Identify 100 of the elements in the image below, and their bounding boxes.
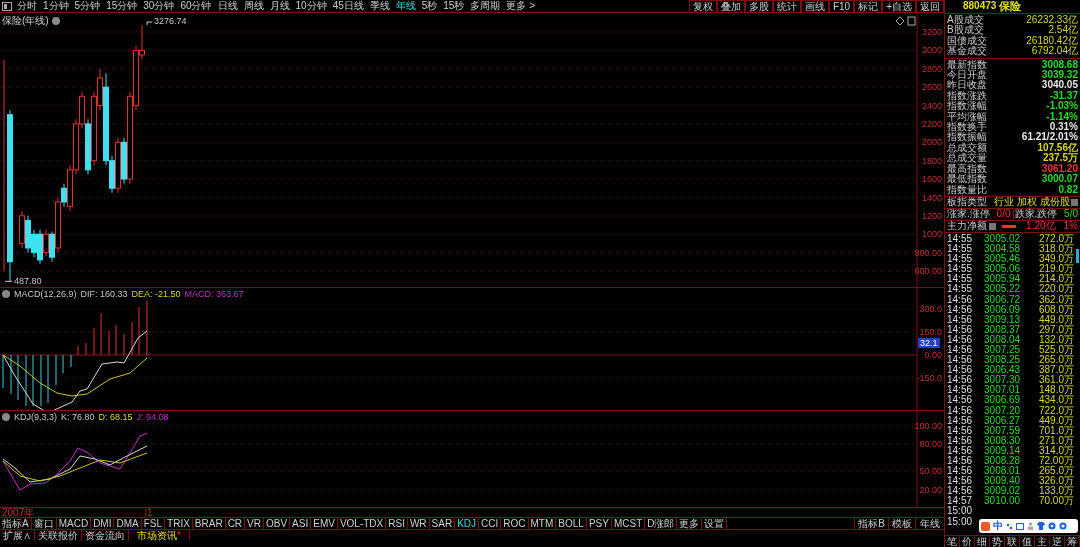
stat-value: 3039.32: [1041, 70, 1078, 81]
stat-label: 国债成交: [947, 35, 987, 46]
detail-tab[interactable]: 笔: [945, 536, 960, 547]
detail-tab[interactable]: 主: [1035, 536, 1050, 547]
toolbar-button[interactable]: 返回: [916, 0, 944, 13]
period-tab[interactable]: 45日线: [329, 0, 367, 12]
period-tab[interactable]: 年线: [392, 0, 419, 12]
indicator-tab[interactable]: VOL-TDX: [337, 518, 387, 529]
macd-label: MACD(12,26,9): [14, 289, 77, 299]
toolbar-button[interactable]: 标记: [854, 0, 883, 13]
toolbar-button[interactable]: +自选: [882, 0, 916, 13]
period-tab[interactable]: 5秒: [418, 0, 441, 12]
detail-tab[interactable]: 势: [990, 536, 1005, 547]
period-tab[interactable]: 更多 >: [503, 0, 539, 12]
indicator-tab[interactable]: MACD: [56, 518, 92, 529]
detail-tab[interactable]: 筹: [1065, 536, 1080, 547]
toolbar-button[interactable]: 画线: [800, 0, 829, 13]
indicator-tab[interactable]: D涨郎: [645, 518, 678, 529]
period-tab[interactable]: 30分钟: [140, 0, 178, 12]
indicator-tab[interactable]: 指标A: [0, 518, 32, 529]
period-tab[interactable]: 分时: [14, 0, 40, 12]
indicator-tab[interactable]: PSY: [586, 518, 612, 529]
indicator-tab[interactable]: 更多: [677, 518, 703, 529]
high-price-marker: 3276.74: [154, 17, 187, 26]
extension-tab[interactable]: 资金流向: [82, 530, 129, 541]
indicator-tab[interactable]: TRIX: [165, 518, 193, 529]
d-value: D: 68.15: [98, 412, 133, 422]
extension-tab[interactable]: 市场资讯*: [129, 530, 190, 541]
axis-label: 2000: [921, 137, 942, 148]
period-tab[interactable]: 多周期: [467, 0, 504, 12]
period-tab[interactable]: 60分钟: [177, 0, 215, 12]
tick-time: 14:56: [947, 365, 973, 376]
detail-tab[interactable]: 细: [975, 536, 990, 547]
indicator-tab[interactable]: VR: [245, 518, 264, 529]
axis-label: -150.0: [916, 373, 942, 383]
period-tab[interactable]: 15分钟: [103, 0, 141, 12]
indicator-tab[interactable]: 模板: [888, 518, 915, 529]
window-icon[interactable]: [907, 16, 916, 26]
period-tab[interactable]: 月线: [266, 0, 293, 12]
indicator-tab[interactable]: EMV: [311, 518, 338, 529]
tick-volume: 387.0万: [1038, 365, 1074, 376]
j-value: J: 94.08: [136, 412, 169, 422]
scrollbar-thumb[interactable]: [1076, 248, 1079, 263]
tick-volume: 608.0万: [1038, 304, 1074, 315]
indicator-tab[interactable]: CR: [225, 518, 246, 529]
period-tab[interactable]: 周线: [240, 0, 267, 12]
toolbar-button[interactable]: 叠加: [716, 0, 745, 13]
ime-mode[interactable]: 中: [993, 521, 1003, 531]
keyboard-icon[interactable]: [1016, 522, 1024, 530]
indicator-tab[interactable]: 设置: [702, 518, 728, 529]
indicator-tab[interactable]: FSL: [141, 518, 166, 529]
toolbar-button[interactable]: 统计: [772, 0, 801, 13]
indicator-tab[interactable]: BOLL: [556, 518, 587, 529]
stat-value: 0/0: [996, 209, 1011, 220]
tick-price: 3009.13: [984, 314, 1021, 325]
period-tab[interactable]: 季线: [366, 0, 393, 12]
extension-tab[interactable]: 关联报价: [35, 530, 82, 541]
period-tab[interactable]: 日线: [214, 0, 241, 12]
axis-label: 800.00: [914, 247, 942, 258]
indicator-tab[interactable]: DMI: [91, 518, 115, 529]
grid-icon[interactable]: [1071, 198, 1078, 206]
indicator-tab[interactable]: ROC: [501, 518, 529, 529]
indicator-tab[interactable]: MTM: [528, 518, 557, 529]
stat-value: 3061.20: [1041, 163, 1078, 174]
indicator-tab[interactable]: SAR: [429, 518, 456, 529]
punctuation-icon[interactable]: [1006, 522, 1013, 530]
period-tab[interactable]: 10分钟: [292, 0, 330, 12]
panel-toggle-icon[interactable]: [2, 1, 12, 11]
detail-tab[interactable]: 逆: [1050, 536, 1065, 547]
period-tab[interactable]: 1分钟: [40, 0, 72, 12]
period-tab[interactable]: 5分钟: [71, 0, 104, 12]
shirt-icon[interactable]: [1037, 522, 1045, 530]
tick-time: 14:56: [947, 435, 973, 446]
indicator-tab[interactable]: OBV: [264, 518, 291, 529]
toolbar-button[interactable]: 多股: [744, 0, 773, 13]
indicator-tab[interactable]: CCI: [479, 518, 502, 529]
tick-time: 14:56: [947, 445, 973, 456]
grid-icon[interactable]: [989, 222, 996, 230]
period-tab[interactable]: 15秒: [440, 0, 468, 12]
tick-time: 14:55: [947, 254, 973, 265]
indicator-tab[interactable]: 窗口: [31, 518, 57, 529]
indicator-tab[interactable]: KDJ: [455, 518, 480, 529]
indicator-tab[interactable]: MCST: [611, 518, 646, 529]
indicator-tab[interactable]: RSI: [386, 518, 408, 529]
ime-logo-icon[interactable]: [981, 521, 990, 531]
indicator-tab[interactable]: BRAR: [192, 518, 226, 529]
indicator-tab[interactable]: 指标B: [854, 518, 888, 529]
indicator-tab[interactable]: ASI: [290, 518, 312, 529]
indicator-tab[interactable]: WR: [407, 518, 430, 529]
diamond-icon[interactable]: [895, 16, 905, 26]
extension-tab[interactable]: 扩展∧: [0, 530, 35, 541]
detail-tab[interactable]: 值: [1020, 536, 1035, 547]
toolbar-button[interactable]: 复权: [688, 0, 717, 13]
indicator-tab[interactable]: DMA: [114, 518, 142, 529]
tick-price: 3008.28: [984, 456, 1021, 466]
detail-tab[interactable]: 价: [960, 536, 975, 547]
tick-volume: 265.0万: [1038, 355, 1074, 366]
detail-tab[interactable]: 联: [1005, 536, 1020, 547]
toolbar-button[interactable]: F10: [828, 0, 855, 13]
tick-price: 3008.37: [984, 324, 1021, 335]
